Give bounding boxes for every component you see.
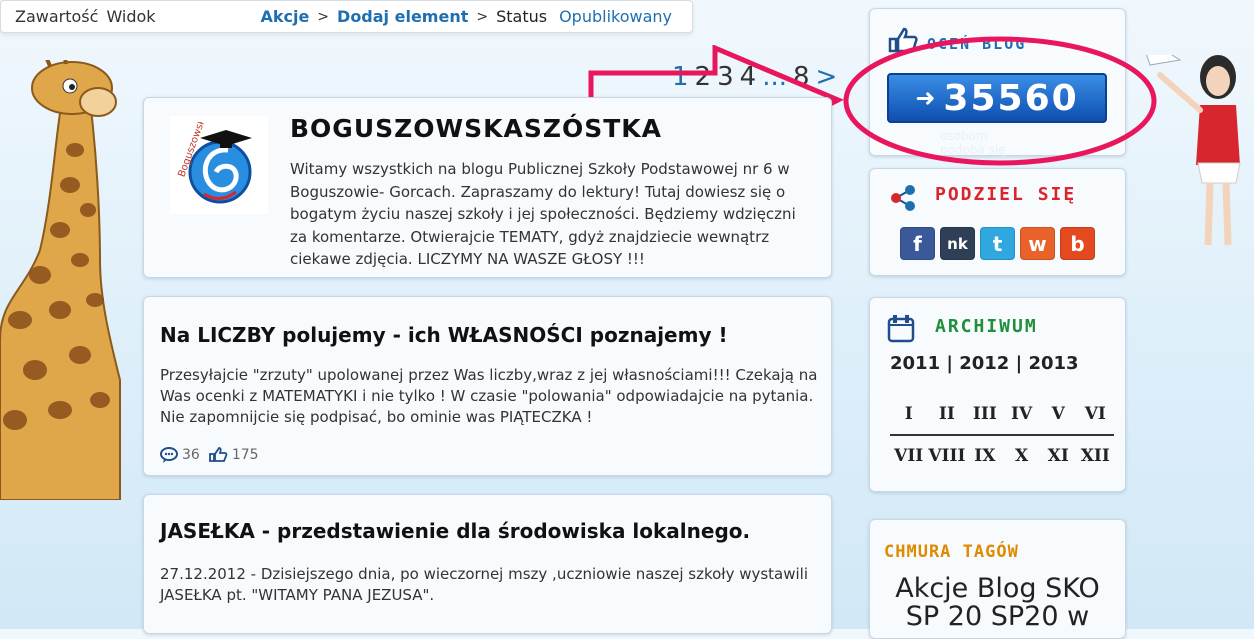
tag-cloud-line[interactable]: SP 20 SP20 w bbox=[870, 603, 1125, 631]
share-widget: PODZIEL SIĘ f nk t w b bbox=[869, 168, 1126, 276]
post-title[interactable]: JASEŁKA - przedstawienie dla środowiska … bbox=[160, 519, 750, 543]
comments-count: 36 bbox=[182, 447, 200, 463]
status-label: Status bbox=[496, 7, 548, 26]
share-icons: f nk t w b bbox=[900, 227, 1095, 260]
likes-count: 175 bbox=[231, 447, 259, 463]
content-menu[interactable]: Zawartość bbox=[15, 7, 98, 26]
month-link[interactable]: X bbox=[1003, 435, 1040, 476]
view-menu[interactable]: Widok bbox=[106, 7, 155, 26]
month-link[interactable]: XI bbox=[1040, 435, 1077, 476]
archive-title: ARCHIWUM bbox=[935, 316, 1038, 337]
month-link[interactable]: IV bbox=[1003, 394, 1040, 436]
archive-months: I II III IV V VI VII VIII IX X XI XII bbox=[890, 394, 1114, 476]
actions-menu[interactable]: Akcje bbox=[260, 7, 309, 26]
year-separator: | bbox=[946, 353, 960, 374]
tag-cloud-line[interactable]: Akcje Blog SKO bbox=[870, 575, 1125, 603]
share-title: PODZIEL SIĘ bbox=[935, 184, 1077, 205]
comments-icon[interactable] bbox=[160, 447, 178, 463]
chevron-right-icon: > bbox=[476, 8, 489, 25]
month-link[interactable]: V bbox=[1039, 394, 1077, 436]
toolbar-actions: Akcje > Dodaj element > Status Opublikow… bbox=[260, 7, 672, 26]
post-card: JASEŁKA - przedstawienie dla środowiska … bbox=[143, 494, 832, 634]
archive-widget: ARCHIWUM 2011 | 2012 | 2013 I II III IV … bbox=[869, 297, 1126, 492]
post-card: Na LICZBY polujemy - ich WŁASNOŚCI pozna… bbox=[143, 296, 832, 476]
tag-cloud-widget: CHMURA TAGÓW Akcje Blog SKO SP 20 SP20 w bbox=[869, 519, 1126, 639]
month-link[interactable]: VI bbox=[1076, 394, 1114, 436]
month-link[interactable]: IX bbox=[966, 435, 1003, 476]
month-link[interactable]: II bbox=[927, 394, 967, 436]
twitter-icon[interactable]: t bbox=[980, 227, 1015, 260]
month-link[interactable]: I bbox=[890, 394, 928, 436]
wykop-icon[interactable]: w bbox=[1020, 227, 1055, 260]
giraffe-illustration bbox=[0, 60, 121, 500]
blog-header: Boguszowska BOGUSZOWSKASZÓSTKA Witamy ws… bbox=[143, 97, 832, 278]
year-link-2012[interactable]: 2012 bbox=[959, 353, 1009, 374]
status-value-link[interactable]: Opublikowany bbox=[559, 7, 672, 26]
calendar-icon bbox=[887, 315, 915, 343]
months-row: I II III IV V VI bbox=[890, 394, 1114, 436]
blip-icon[interactable]: b bbox=[1060, 227, 1095, 260]
month-link[interactable]: III bbox=[966, 394, 1004, 436]
add-element-button[interactable]: Dodaj element bbox=[337, 7, 468, 26]
blog-description: Witamy wszystkich na blogu Publicznej Sz… bbox=[290, 160, 796, 268]
post-title[interactable]: Na LICZBY polujemy - ich WŁASNOŚCI pozna… bbox=[160, 323, 728, 347]
tag-cloud: Akcje Blog SKO SP 20 SP20 w bbox=[870, 575, 1125, 631]
chevron-right-icon: > bbox=[317, 8, 330, 25]
tag-cloud-title: CHMURA TAGÓW bbox=[884, 542, 1019, 562]
post-stats: 36 175 bbox=[160, 447, 259, 463]
edit-toolbar: Zawartość Widok Akcje > Dodaj element > … bbox=[0, 0, 693, 33]
archive-years: 2011 | 2012 | 2013 bbox=[890, 353, 1079, 374]
year-link-2013[interactable]: 2013 bbox=[1028, 353, 1078, 374]
months-row: VII VIII IX X XI XII bbox=[890, 435, 1114, 476]
facebook-icon[interactable]: f bbox=[900, 227, 935, 260]
like-icon[interactable] bbox=[208, 447, 228, 463]
blog-title[interactable]: BOGUSZOWSKASZÓSTKA bbox=[290, 114, 662, 143]
year-separator: | bbox=[1015, 353, 1029, 374]
month-link[interactable]: XII bbox=[1077, 435, 1114, 476]
share-icon bbox=[891, 185, 915, 211]
school-logo: Boguszowska bbox=[170, 116, 268, 214]
post-excerpt: Przesyłajcie "zrzuty" upolowanej przez W… bbox=[160, 366, 818, 426]
year-link-2011[interactable]: 2011 bbox=[890, 353, 940, 374]
nk-icon[interactable]: nk bbox=[940, 227, 975, 260]
post-excerpt: 27.12.2012 - Dzisiejszego dnia, po wiecz… bbox=[160, 565, 809, 604]
month-link[interactable]: VII bbox=[890, 435, 927, 476]
month-link[interactable]: VIII bbox=[927, 435, 966, 476]
highlight-circle-icon bbox=[843, 36, 1157, 166]
